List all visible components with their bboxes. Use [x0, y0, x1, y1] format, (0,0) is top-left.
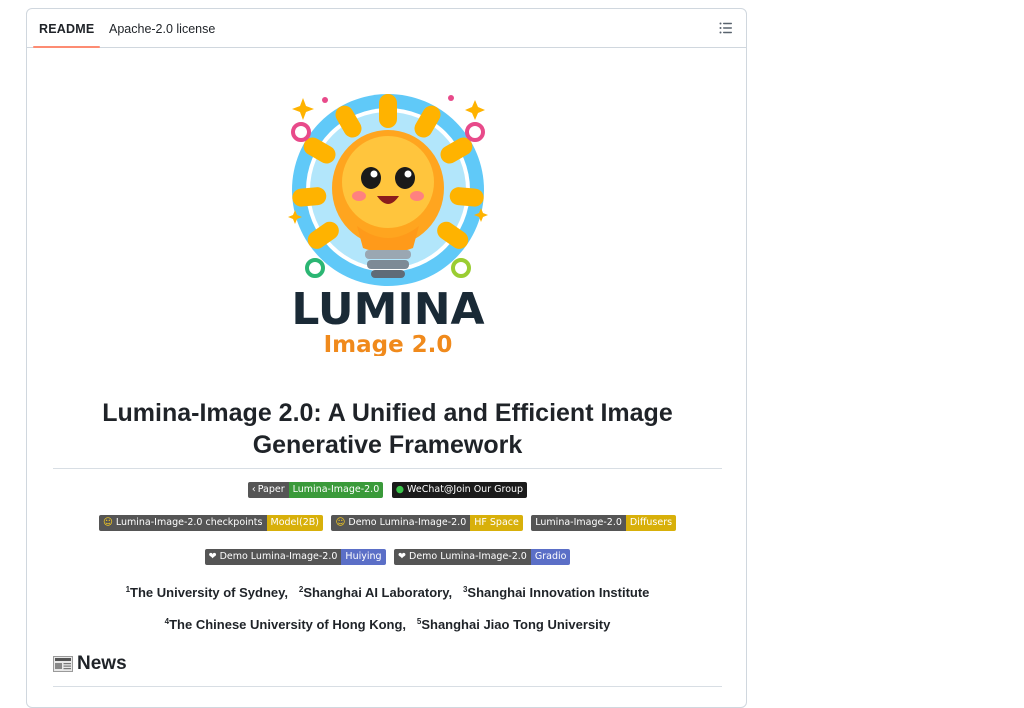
affil-sii: Shanghai Innovation Institute: [467, 585, 650, 600]
news-heading-text: News: [77, 653, 127, 674]
affil-usyd: The University of Sydney,: [130, 585, 289, 600]
title-divider: [53, 468, 722, 469]
page-title: Lumina-Image 2.0: A Unified and Efficien…: [102, 399, 673, 459]
logo-subtitle: Image 2.0: [324, 332, 453, 356]
affil-shai: Shanghai AI Laboratory,: [303, 585, 453, 600]
gradio-badge[interactable]: ❤ Demo Lumina-Image-2.0 Gradio: [394, 549, 571, 565]
logo-wordmark: LUMINA: [291, 284, 484, 335]
hf-demo-badge-label: Demo Lumina-Image-2.0: [348, 517, 467, 528]
gradio-badge-value: Gradio: [530, 549, 571, 565]
readme-panel: README Apache-2.0 license LUMINA Image 2…: [26, 8, 747, 708]
diffusers-badge-label: Lumina-Image-2.0: [531, 515, 626, 531]
affil-cuhk: The Chinese University of Hong Kong,: [169, 617, 407, 632]
hugging-face-icon: ☺: [335, 517, 346, 528]
hugging-face-icon: ☺: [102, 517, 113, 528]
affiliations-line-2: 4The Chinese University of Hong Kong, 5S…: [53, 617, 722, 632]
huiying-badge[interactable]: ❤ Demo Lumina-Image-2.0 Huiying: [204, 549, 386, 565]
hf-demo-badge-value: HF Space: [470, 515, 523, 531]
news-heading: News: [53, 653, 127, 675]
paper-badge-label: Paper: [257, 484, 285, 495]
diffusers-badge[interactable]: Lumina-Image-2.0 Diffusers: [531, 515, 677, 531]
tab-readme[interactable]: README: [32, 9, 101, 48]
wechat-badge-label: WeChat@Join Our Group: [407, 484, 524, 495]
affiliations-line-1: 1The University of Sydney, 2Shanghai AI …: [53, 585, 722, 600]
hf-demo-badge[interactable]: ☺ Demo Lumina-Image-2.0 HF Space: [331, 515, 523, 531]
huiying-badge-value: Huiying: [341, 549, 386, 565]
wechat-icon: ●: [395, 484, 404, 495]
checkpoints-badge[interactable]: ☺ Lumina-Image-2.0 checkpoints Model(2B): [98, 515, 323, 531]
newspaper-icon: [53, 656, 73, 672]
gradio-badge-label: Demo Lumina-Image-2.0: [409, 551, 527, 562]
chevron-left-icon: ‹: [251, 484, 256, 495]
heart-icon: ❤: [208, 551, 217, 562]
checkpoints-badge-value: Model(2B): [266, 515, 323, 531]
badge-row-2: ☺ Lumina-Image-2.0 checkpoints Model(2B) …: [53, 515, 722, 533]
readme-tabbar: README Apache-2.0 license: [27, 9, 746, 48]
tab-license[interactable]: Apache-2.0 license: [109, 9, 215, 47]
affil-sjtu: Shanghai Jiao Tong University: [421, 617, 611, 632]
lumina-logo: LUMINA Image 2.0: [288, 94, 488, 356]
news-divider: [53, 686, 722, 687]
diffusers-badge-value: Diffusers: [625, 515, 677, 531]
checkpoints-badge-label: Lumina-Image-2.0 checkpoints: [115, 517, 263, 528]
badge-row-1: ‹ Paper Lumina-Image-2.0 ● WeChat@Join Our…: [53, 482, 722, 500]
paper-badge[interactable]: ‹ Paper Lumina-Image-2.0: [247, 482, 384, 498]
heart-icon: ❤: [398, 551, 406, 562]
wechat-badge[interactable]: ● WeChat@Join Our Group: [391, 482, 528, 498]
huiying-badge-label: Demo Lumina-Image-2.0: [219, 551, 338, 562]
paper-badge-value: Lumina-Image-2.0: [288, 482, 384, 498]
badge-row-3: ❤ Demo Lumina-Image-2.0 Huiying ❤ Demo Lu…: [53, 549, 722, 567]
list-unordered-icon[interactable]: [718, 20, 734, 36]
